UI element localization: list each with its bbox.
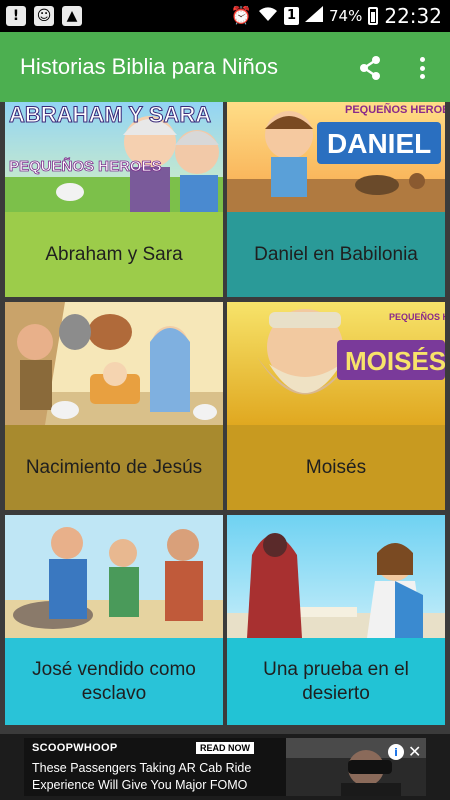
ad-cta-button[interactable]: READ NOW [196,742,254,754]
story-thumbnail [227,515,445,638]
clock: 22:32 [384,4,442,28]
thumb-title: ABRAHAM Y SARA [9,102,211,127]
story-label: Abraham y Sara [5,212,223,297]
story-card-prueba-desierto[interactable]: Una prueba en el desierto [227,515,445,725]
story-card-daniel-babilonia[interactable]: DANIEL PEQUEÑOS HEROES Daniel en Babilon… [227,102,445,297]
thumb-badge: PEQUEÑOS HEROES [345,103,445,116]
battery-percent: 74% [329,7,363,25]
story-label: José vendido como esclavo [5,638,223,725]
ad-banner[interactable]: SCOOPWHOOP READ NOW These Passengers Tak… [24,738,426,796]
story-thumbnail: MOISÉS PEQUEÑOS HEROES [227,302,445,425]
story-thumbnail: DANIEL PEQUEÑOS HEROES [227,102,445,212]
story-thumbnail [5,302,223,425]
story-label: Una prueba en el desierto [227,638,445,725]
ad-info-icon[interactable]: i [388,744,404,760]
app-title: Historias Biblia para Niños [20,54,278,79]
thumb-title: DANIEL [327,128,431,159]
status-left-icons: ! ☺ ▲ [6,6,82,26]
notification-alert-icon: ! [6,6,26,26]
ad-banner-area: SCOOPWHOOP READ NOW These Passengers Tak… [0,734,450,800]
thumb-badge: PEQUEÑOS HEROES [9,157,162,175]
story-card-nacimiento-jesus[interactable]: Nacimiento de Jesús [5,302,223,510]
alarm-icon: ⏰ [230,6,252,26]
share-icon[interactable] [356,54,384,82]
app-bar: Historias Biblia para Niños [0,32,450,102]
ad-image [286,738,426,796]
thumb-title: MOISÉS [345,346,445,376]
status-right-icons: ⏰ 1 74% 22:32 [231,4,442,28]
gallery-icon: ▲ [62,6,82,26]
story-card-moises[interactable]: MOISÉS PEQUEÑOS HEROES Moisés [227,302,445,510]
story-card-abraham-sara[interactable]: ABRAHAM Y SARA PEQUEÑOS HEROES Abraham y… [5,102,223,297]
battery-icon [368,7,379,25]
overflow-menu-icon[interactable] [410,54,434,82]
story-label: Moisés [227,425,445,510]
messenger-icon: ☺ [34,6,54,26]
story-grid: ABRAHAM Y SARA PEQUEÑOS HEROES Abraham y… [0,102,450,734]
story-thumbnail [5,515,223,638]
ad-close-icon[interactable]: ✕ [408,742,421,761]
status-bar: ! ☺ ▲ ⏰ 1 74% 22:32 [0,0,450,32]
story-card-jose-vendido[interactable]: José vendido como esclavo [5,515,223,725]
ad-brand: SCOOPWHOOP [32,742,118,754]
sim-slot-badge: 1 [283,7,300,25]
story-label: Nacimiento de Jesús [5,425,223,510]
story-label: Daniel en Babilonia [227,212,445,297]
thumb-badge: PEQUEÑOS HEROES [389,312,445,322]
story-thumbnail: ABRAHAM Y SARA PEQUEÑOS HEROES [5,102,223,212]
wifi-icon [258,6,278,27]
signal-icon [305,5,324,27]
ad-headline: These Passengers Taking AR Cab Ride Expe… [32,761,252,792]
